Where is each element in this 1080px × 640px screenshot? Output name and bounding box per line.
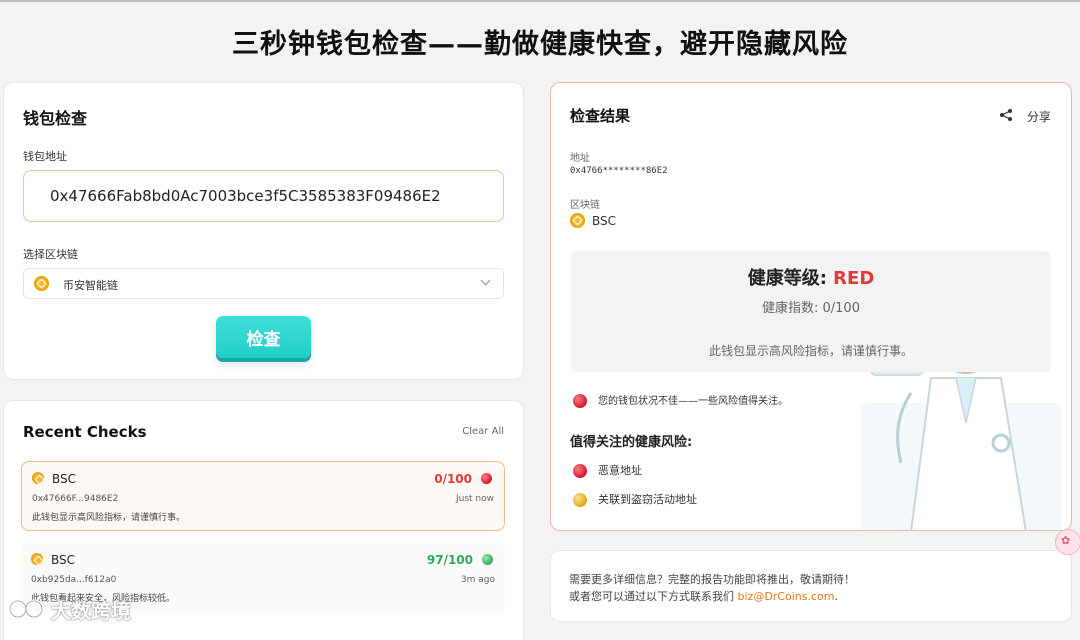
translate-badge-icon[interactable]: ✿ [1055, 529, 1080, 555]
risks-heading: 值得关注的健康风险: [570, 435, 693, 450]
recent-item-chain: BSC [52, 472, 77, 486]
risk-red-icon [573, 464, 587, 478]
bnb-icon [34, 276, 49, 291]
recent-item-time: Just now [455, 494, 494, 504]
share-icon[interactable] [999, 108, 1013, 122]
result-address-value: 0x4766********86E2 [570, 166, 668, 176]
bnb-icon [32, 472, 44, 484]
check-button[interactable]: 检查 [216, 316, 311, 358]
recent-item-time: 3m ago [460, 575, 495, 585]
top-divider [0, 0, 1080, 2]
watermark-text: 大数跨境 [51, 599, 131, 623]
wallet-address-input[interactable] [23, 170, 504, 222]
health-index: 健康指数: 0/100 [762, 301, 860, 316]
result-chain-label: 区块链 [570, 200, 600, 211]
recent-item-address: 0x47666F...9486E2 [32, 494, 119, 504]
recent-check-item[interactable]: BSC 0/100 0x47666F...9486E2 Just now 此钱包… [21, 461, 505, 531]
address-label: 钱包地址 [23, 150, 67, 163]
result-chain-value: BSC [592, 214, 617, 228]
info-card: 需要更多详细信息？完整的报告功能即将推出，敬请期待！ 或者您可以通过以下方式联系… [550, 550, 1072, 622]
recent-item-note: 此钱包显示高风险指标，请谨慎行事。 [32, 513, 186, 523]
status-green-icon [482, 554, 493, 565]
watermark-logo-icon [8, 599, 44, 619]
info-line-2: 或者您可以通过以下方式联系我们 biz@DrCoins.com. [569, 590, 838, 603]
share-button[interactable]: 分享 [1027, 108, 1051, 125]
chain-select-label: 选择区块链 [23, 248, 78, 261]
recent-item-score: 97/100 [426, 553, 473, 567]
status-red-icon [481, 473, 492, 484]
recent-item-address: 0xb925da...f612a0 [31, 575, 117, 585]
recent-checks-heading: Recent Checks [23, 423, 147, 441]
health-summary-box: 健康等级: RED 健康指数: 0/100 此钱包显示高风险指标，请谨慎行事。 [571, 251, 1051, 372]
result-heading: 检查结果 [570, 107, 631, 125]
risk-item: 关联到盗窃活动地址 [598, 493, 697, 506]
result-summary: 您的钱包状况不佳——一些风险值得关注。 [598, 396, 788, 407]
contact-email-link[interactable]: biz@DrCoins.com [738, 590, 835, 603]
chain-select-value: 币安智能链 [63, 279, 118, 292]
chevron-down-icon [480, 275, 491, 286]
watermark: 大数跨境 [8, 594, 148, 624]
health-level-value: RED [833, 268, 875, 289]
bnb-icon [570, 213, 585, 228]
result-card: 检查结果 分享 地址 0x4766********86E2 区块链 BSC 健康… [550, 82, 1072, 531]
page-title: 三秒钟钱包检查——勤做健康快查，避开隐藏风险 [232, 29, 848, 60]
status-red-icon [573, 394, 587, 408]
bnb-icon [31, 553, 43, 565]
clear-all-button[interactable]: Clear All [462, 426, 504, 437]
health-level: 健康等级: RED [747, 268, 875, 289]
chain-select[interactable]: 币安智能链 [23, 268, 504, 299]
recent-item-chain: BSC [51, 553, 76, 567]
risk-gold-icon [573, 493, 587, 507]
health-message: 此钱包显示高风险指标，请谨慎行事。 [708, 344, 913, 358]
info-line-1: 需要更多详细信息？完整的报告功能即将推出，敬请期待！ [569, 573, 855, 586]
result-address-label: 地址 [570, 153, 590, 164]
wallet-check-heading: 钱包检查 [23, 109, 88, 128]
risk-item: 恶意地址 [598, 464, 642, 477]
recent-item-score: 0/100 [434, 472, 472, 486]
wallet-check-card: 钱包检查 钱包地址 选择区块链 币安智能链 检查 [3, 82, 524, 380]
